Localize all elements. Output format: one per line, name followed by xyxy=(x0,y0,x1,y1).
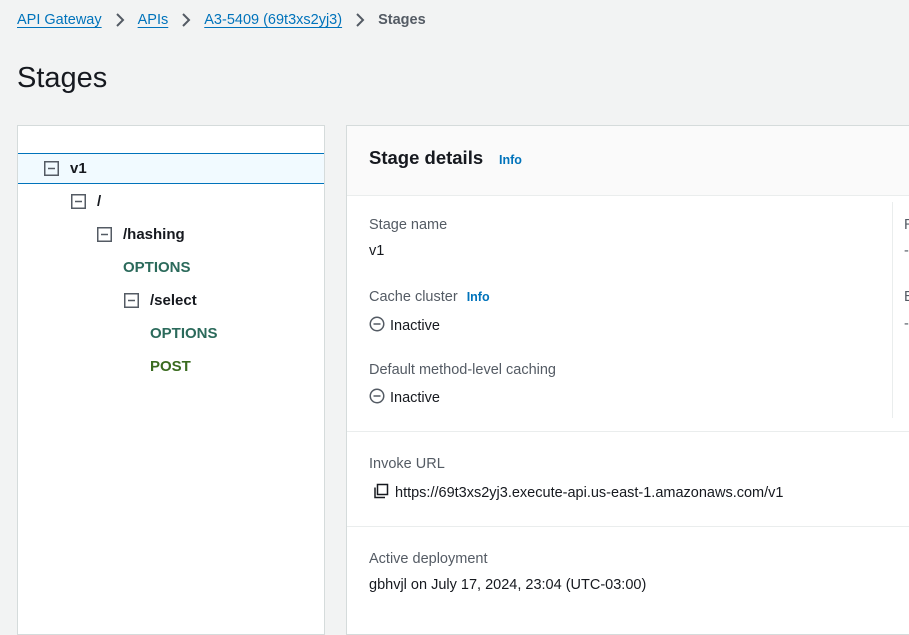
right-column-label-fragment: R xyxy=(904,217,909,233)
default-caching-value: Inactive xyxy=(390,390,440,406)
section-divider xyxy=(347,431,909,432)
tree-node-label: /hashing xyxy=(123,226,185,243)
collapse-icon[interactable] xyxy=(97,227,112,242)
chevron-right-icon xyxy=(102,13,138,27)
default-caching-label: Default method-level caching xyxy=(369,362,556,378)
tree-node-v1[interactable]: v1 xyxy=(18,153,324,184)
cache-cluster-value: Inactive xyxy=(390,318,440,334)
chevron-right-icon xyxy=(342,13,378,27)
collapse-icon[interactable] xyxy=(124,293,139,308)
status-inactive-icon xyxy=(369,388,385,408)
column-divider xyxy=(892,202,893,418)
collapse-icon[interactable] xyxy=(44,161,59,176)
active-deployment-label: Active deployment xyxy=(369,551,488,567)
cache-cluster-label: Cache cluster Info xyxy=(369,289,490,305)
method-label: OPTIONS xyxy=(150,325,218,342)
method-label: OPTIONS xyxy=(123,259,191,276)
tree-node-label: / xyxy=(97,193,102,210)
page-title: Stages xyxy=(17,62,108,94)
breadcrumb: API Gateway APIs A3-5409 (69t3xs2yj3) St… xyxy=(17,10,426,30)
breadcrumb-api-name[interactable]: A3-5409 (69t3xs2yj3) xyxy=(204,12,342,28)
section-divider xyxy=(347,526,909,527)
active-deployment-value: gbhvjl on July 17, 2024, 23:04 (UTC-03:0… xyxy=(369,577,647,593)
method-label: POST xyxy=(150,358,191,375)
stage-name-value: v1 xyxy=(369,243,385,259)
tree-node-label: /select xyxy=(150,292,197,309)
breadcrumb-api-gateway[interactable]: API Gateway xyxy=(17,12,102,28)
right-column-value-fragment: - xyxy=(904,316,909,332)
cache-cluster-status: Inactive xyxy=(369,316,440,336)
cache-cluster-info-link[interactable]: Info xyxy=(467,290,490,304)
tree-node-root[interactable]: / xyxy=(18,186,377,217)
invoke-url[interactable]: https://69t3xs2yj3.execute-api.us-east-1… xyxy=(373,483,783,503)
stage-details-info-link[interactable]: Info xyxy=(499,153,522,167)
invoke-url-label: Invoke URL xyxy=(369,456,445,472)
stage-details-panel: Stage details Info Stage name v1 Cache c… xyxy=(346,125,909,635)
copy-icon[interactable] xyxy=(373,483,389,503)
collapse-icon[interactable] xyxy=(71,194,86,209)
right-column-value-fragment: - xyxy=(904,243,909,259)
chevron-right-icon xyxy=(168,13,204,27)
stage-details-title: Stage details xyxy=(369,147,484,168)
status-inactive-icon xyxy=(369,316,385,336)
breadcrumb-current: Stages xyxy=(378,12,426,28)
right-column-label-fragment: E xyxy=(904,289,909,305)
stage-tree-panel: v1 / /hashing OPTIONS /select OPTIONS PO… xyxy=(17,125,325,635)
cache-cluster-label-text: Cache cluster xyxy=(369,289,458,305)
breadcrumb-apis[interactable]: APIs xyxy=(138,12,169,28)
tree-node-label: v1 xyxy=(70,160,87,177)
invoke-url-value: https://69t3xs2yj3.execute-api.us-east-1… xyxy=(395,485,784,501)
default-caching-status: Inactive xyxy=(369,388,440,408)
stage-name-label: Stage name xyxy=(369,217,448,233)
stage-details-header: Stage details Info xyxy=(347,126,909,196)
